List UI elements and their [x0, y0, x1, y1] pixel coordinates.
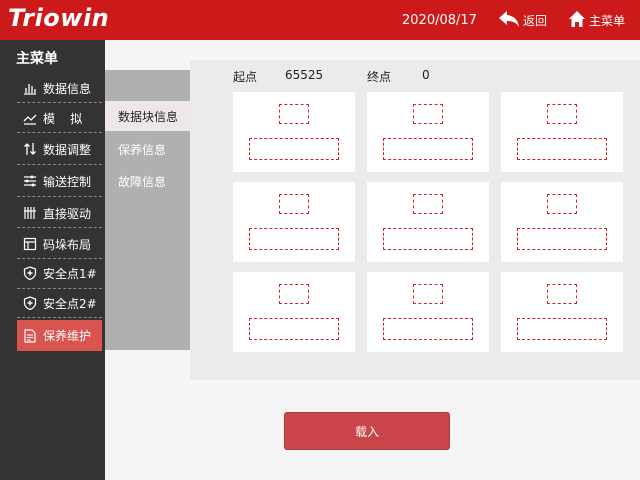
sidebar-title: 主菜单 — [16, 51, 58, 67]
start-value: 65525 — [285, 68, 324, 82]
sliders-icon — [23, 174, 37, 188]
submenu-fault-info[interactable]: 故障信息 — [105, 166, 190, 196]
back-arrow-icon — [498, 10, 520, 31]
sidebar-item-direct-drive[interactable]: 直接驱动 — [17, 200, 102, 226]
sidebar-divider — [17, 132, 102, 133]
data-block-card — [367, 272, 489, 352]
sidebar-item-palletizing-layout[interactable]: 码垛布局 — [17, 231, 102, 257]
sidebar-divider — [17, 164, 102, 165]
block-id-field[interactable] — [279, 194, 309, 214]
block-value-field[interactable] — [249, 138, 339, 160]
sidebar-item-safe-point-1[interactable]: 安全点1# — [17, 260, 102, 286]
submenu-data-block-info[interactable]: 数据块信息 — [105, 101, 190, 131]
home-label: 主菜单 — [589, 14, 626, 28]
sidebar-item-label: 输送控制 — [43, 174, 92, 189]
sidebar-divider — [17, 102, 102, 103]
submenu-maintenance-info[interactable]: 保养信息 — [105, 134, 190, 164]
home-icon — [568, 10, 586, 31]
data-block-card — [501, 272, 623, 352]
shield-plus-icon — [23, 266, 37, 280]
home-button[interactable]: 主菜单 — [568, 10, 625, 31]
block-value-field[interactable] — [383, 138, 473, 160]
sidebar-item-label: 保养维护 — [43, 329, 92, 343]
sidebar-divider — [17, 317, 102, 318]
sidebar-divider — [17, 196, 102, 197]
sidebar-item-label: 安全点1# — [43, 266, 97, 281]
sidebar-item-simulate[interactable]: 模 拟 — [17, 105, 102, 131]
block-value-field[interactable] — [383, 318, 473, 340]
block-value-field[interactable] — [517, 228, 607, 250]
block-value-field[interactable] — [517, 318, 607, 340]
block-id-field[interactable] — [279, 284, 309, 304]
start-label: 起点 — [233, 70, 258, 84]
block-id-field[interactable] — [413, 284, 443, 304]
data-block-card — [233, 182, 355, 262]
sidebar-divider — [17, 227, 102, 228]
block-id-field[interactable] — [413, 104, 443, 124]
sidebar-item-label: 数据信息 — [43, 81, 92, 96]
sidebar-item-label: 模 拟 — [43, 111, 83, 126]
data-block-card — [367, 182, 489, 262]
line-chart-icon — [23, 111, 37, 125]
top-header: Triowin 2020/08/17 返回 主菜单 — [0, 0, 640, 40]
end-value: 0 — [422, 68, 430, 82]
sidebar-item-safe-point-2[interactable]: 安全点2# — [17, 290, 102, 316]
block-id-field[interactable] — [413, 194, 443, 214]
sidebar-divider — [17, 258, 102, 259]
data-block-card — [501, 92, 623, 172]
header-date: 2020/08/17 — [402, 13, 477, 28]
triowin-logo: Triowin — [8, 4, 110, 32]
up-down-arrows-icon — [23, 142, 37, 156]
sidebar-item-data-adjust[interactable]: 数据调整 — [17, 136, 102, 162]
data-block-card — [367, 92, 489, 172]
back-label: 返回 — [523, 14, 548, 28]
sidebar-item-data-info[interactable]: 数据信息 — [17, 75, 102, 101]
sidebar-item-label: 直接驱动 — [43, 206, 92, 221]
sidebar-item-label: 安全点2# — [43, 296, 97, 311]
sidebar-divider — [17, 288, 102, 289]
data-block-card — [501, 182, 623, 262]
block-id-field[interactable] — [279, 104, 309, 124]
block-id-field[interactable] — [547, 284, 577, 304]
shield-plus-icon — [23, 296, 37, 310]
sidebar-item-label: 码垛布局 — [43, 237, 92, 252]
block-value-field[interactable] — [249, 228, 339, 250]
maintenance-doc-icon — [23, 328, 37, 343]
load-button[interactable]: 载入 — [284, 412, 450, 450]
data-block-card — [233, 92, 355, 172]
layout-icon — [23, 237, 37, 251]
sidebar-item-label: 数据调整 — [43, 142, 92, 157]
maintenance-submenu: 数据块信息 保养信息 故障信息 — [105, 70, 190, 350]
data-block-card — [233, 272, 355, 352]
fork-icon — [23, 206, 37, 220]
sidebar-item-conveyor-control[interactable]: 输送控制 — [17, 168, 102, 194]
block-value-field[interactable] — [249, 318, 339, 340]
back-button[interactable]: 返回 — [498, 10, 547, 31]
block-id-field[interactable] — [547, 194, 577, 214]
block-value-field[interactable] — [383, 228, 473, 250]
end-label: 终点 — [367, 70, 392, 84]
sidebar-item-maintenance[interactable]: 保养维护 — [17, 320, 102, 351]
block-id-field[interactable] — [547, 104, 577, 124]
bar-chart-icon — [23, 81, 37, 95]
block-value-field[interactable] — [517, 138, 607, 160]
